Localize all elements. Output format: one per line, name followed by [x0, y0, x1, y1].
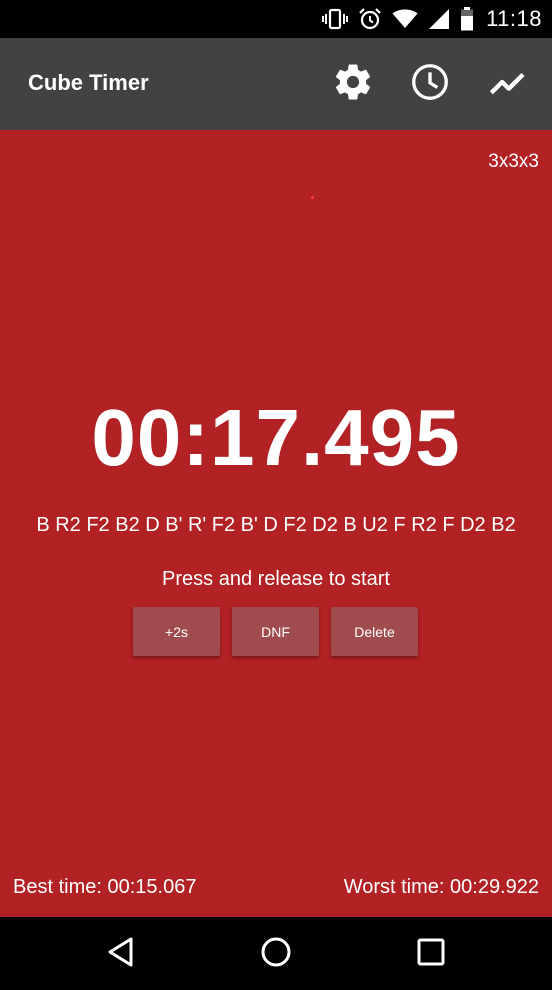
status-bar: 11:18	[0, 0, 552, 38]
worst-time: Worst time: 00:29.922	[343, 876, 539, 898]
timer-display: 00:17.495	[91, 393, 461, 482]
status-clock: 11:18	[486, 6, 542, 31]
battery-icon	[460, 7, 474, 31]
back-button[interactable]	[98, 931, 144, 977]
alarm-icon	[358, 7, 382, 31]
best-time: Best time: 00:15.067	[13, 876, 197, 898]
delete-button[interactable]: Delete	[331, 607, 418, 656]
indicator-dot	[311, 196, 314, 199]
recents-icon	[417, 938, 445, 971]
back-icon	[106, 936, 136, 973]
vibrate-icon	[322, 8, 349, 30]
dnf-button[interactable]: DNF	[232, 607, 319, 656]
signal-icon	[428, 8, 450, 30]
gear-icon	[332, 61, 374, 108]
home-icon	[260, 936, 292, 973]
history-button[interactable]	[404, 58, 456, 110]
stats-button[interactable]	[482, 58, 534, 110]
home-button[interactable]	[253, 931, 299, 977]
app-title: Cube Timer	[28, 70, 149, 95]
start-hint: Press and release to start	[162, 568, 390, 590]
puzzle-type-label[interactable]: 3x3x3	[488, 151, 539, 173]
app-bar: Cube Timer	[0, 38, 552, 130]
scramble-text: B R2 F2 B2 D B' R' F2 B' D F2 D2 B U2 F …	[36, 514, 516, 536]
clock-icon	[409, 61, 451, 108]
navigation-bar	[0, 917, 552, 990]
trending-icon	[488, 62, 528, 107]
recents-button[interactable]	[408, 931, 454, 977]
timer-area[interactable]: 3x3x3 00:17.495 B R2 F2 B2 D B' R' F2 B'…	[0, 130, 552, 917]
plus2-button[interactable]: +2s	[133, 607, 220, 656]
settings-button[interactable]	[327, 58, 379, 110]
wifi-icon	[392, 9, 418, 29]
